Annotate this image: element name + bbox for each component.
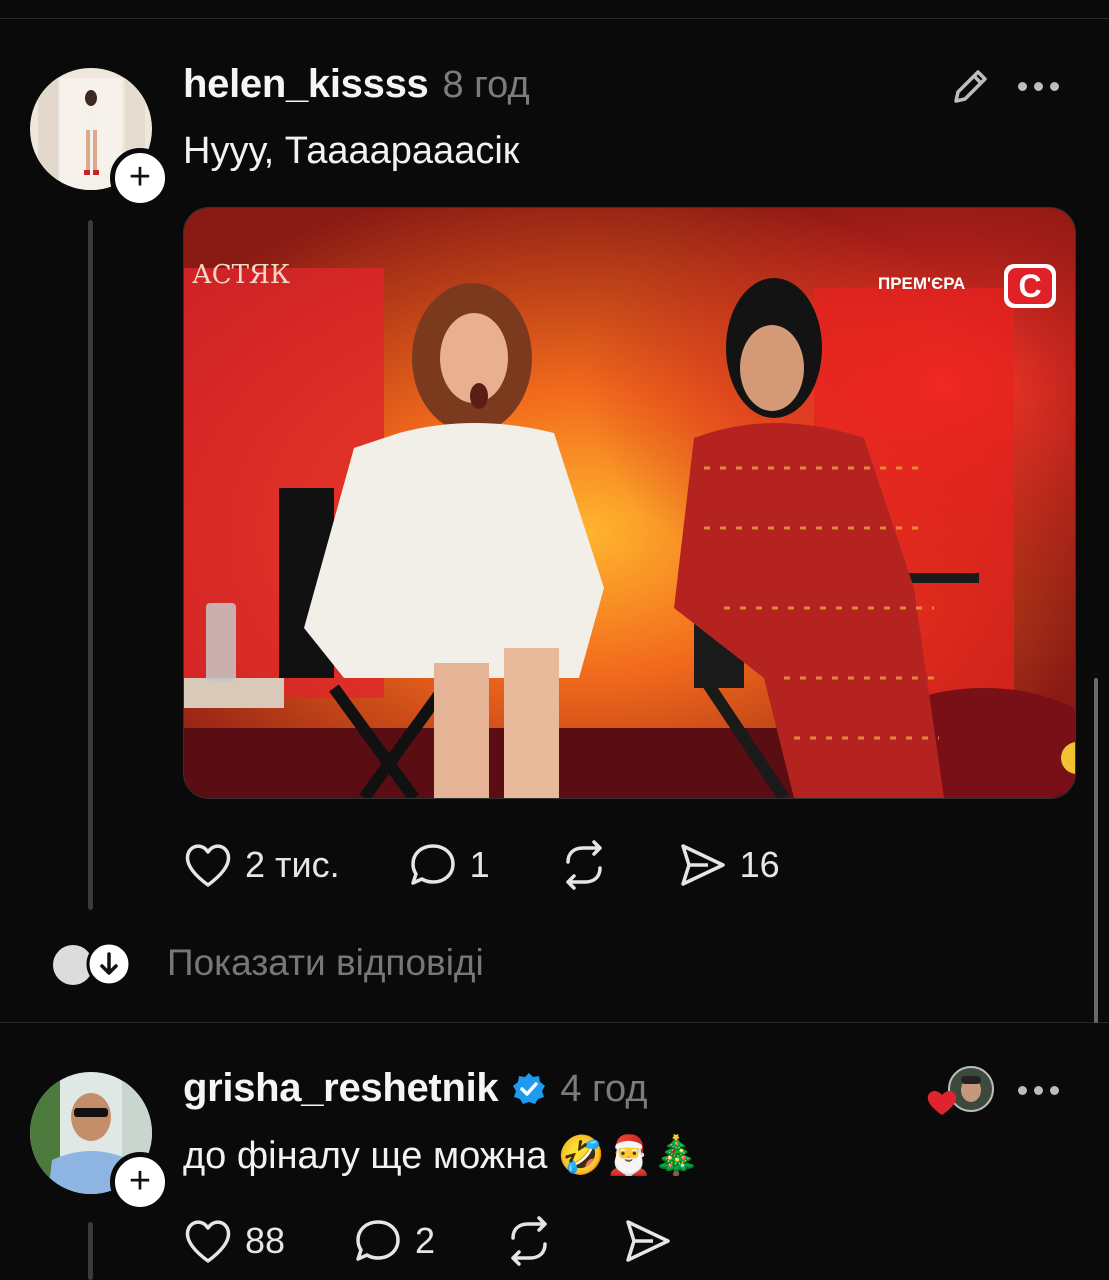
thread-line (88, 1222, 93, 1280)
thread-line (88, 220, 93, 910)
channel-badge: C (1018, 268, 1041, 304)
comment-button[interactable]: 2 (353, 1217, 435, 1265)
avatar-helen-wrap[interactable]: + (30, 68, 170, 208)
edit-icon[interactable] (948, 65, 992, 109)
show-replies[interactable]: Показати відповіді (50, 941, 484, 988)
repost-button[interactable] (558, 840, 610, 890)
comment-icon (410, 844, 455, 885)
like-button[interactable]: 2 тис. (183, 841, 340, 889)
share-icon (626, 1220, 670, 1262)
repost-icon (511, 1216, 547, 1266)
liked-by-author (926, 1066, 996, 1116)
heart-icon (185, 844, 231, 887)
top-divider (0, 18, 1109, 19)
share-button[interactable]: 16 (678, 841, 780, 889)
comment-button[interactable]: 1 (408, 841, 490, 889)
heart-icon (927, 1090, 957, 1115)
timestamp: 8 год (442, 64, 530, 106)
follow-button[interactable]: + (110, 148, 170, 208)
share-button[interactable] (623, 1217, 673, 1265)
premiere-label: ПРЕМ'ЄРА (878, 274, 965, 293)
repost-icon (565, 840, 602, 890)
verified-icon (513, 1072, 546, 1104)
comment-count: 2 (415, 1220, 436, 1261)
avatar-grisha-wrap[interactable]: + (30, 1072, 170, 1212)
more-icon[interactable] (1018, 82, 1059, 91)
like-count: 2 тис. (245, 844, 340, 885)
post-actions: 2 тис. 1 16 (183, 840, 780, 890)
post-actions: 88 2 (183, 1216, 673, 1266)
share-count: 16 (739, 844, 780, 885)
follow-button[interactable]: + (110, 1152, 170, 1212)
share-icon (680, 844, 725, 886)
post-header: grisha_reshetnik 4 год (183, 1066, 648, 1111)
like-button[interactable]: 88 (183, 1217, 285, 1265)
arrow-down-icon (86, 941, 132, 987)
post-text: Нууу, Таааарааасік (183, 130, 520, 172)
like-count: 88 (245, 1220, 286, 1261)
post-text: до фіналу ще можна 🤣🎅🎄 (183, 1135, 700, 1177)
show-logo: АСТЯК (192, 260, 290, 290)
comment-count: 1 (469, 844, 490, 885)
post-image[interactable]: АСТЯК ПРЕМ'ЄРА C (183, 207, 1076, 799)
repost-button[interactable] (503, 1216, 555, 1266)
heart-icon (185, 1220, 231, 1263)
post-header: helen_kissss 8 год (183, 62, 530, 107)
scrollbar[interactable] (1094, 678, 1098, 1023)
username[interactable]: helen_kissss (183, 62, 429, 107)
post-divider (0, 1022, 1109, 1023)
comment-icon (356, 1220, 400, 1261)
more-icon[interactable] (1018, 1086, 1059, 1095)
username[interactable]: grisha_reshetnik (183, 1066, 499, 1111)
timestamp: 4 год (560, 1068, 648, 1110)
show-replies-label: Показати відповіді (167, 942, 484, 983)
